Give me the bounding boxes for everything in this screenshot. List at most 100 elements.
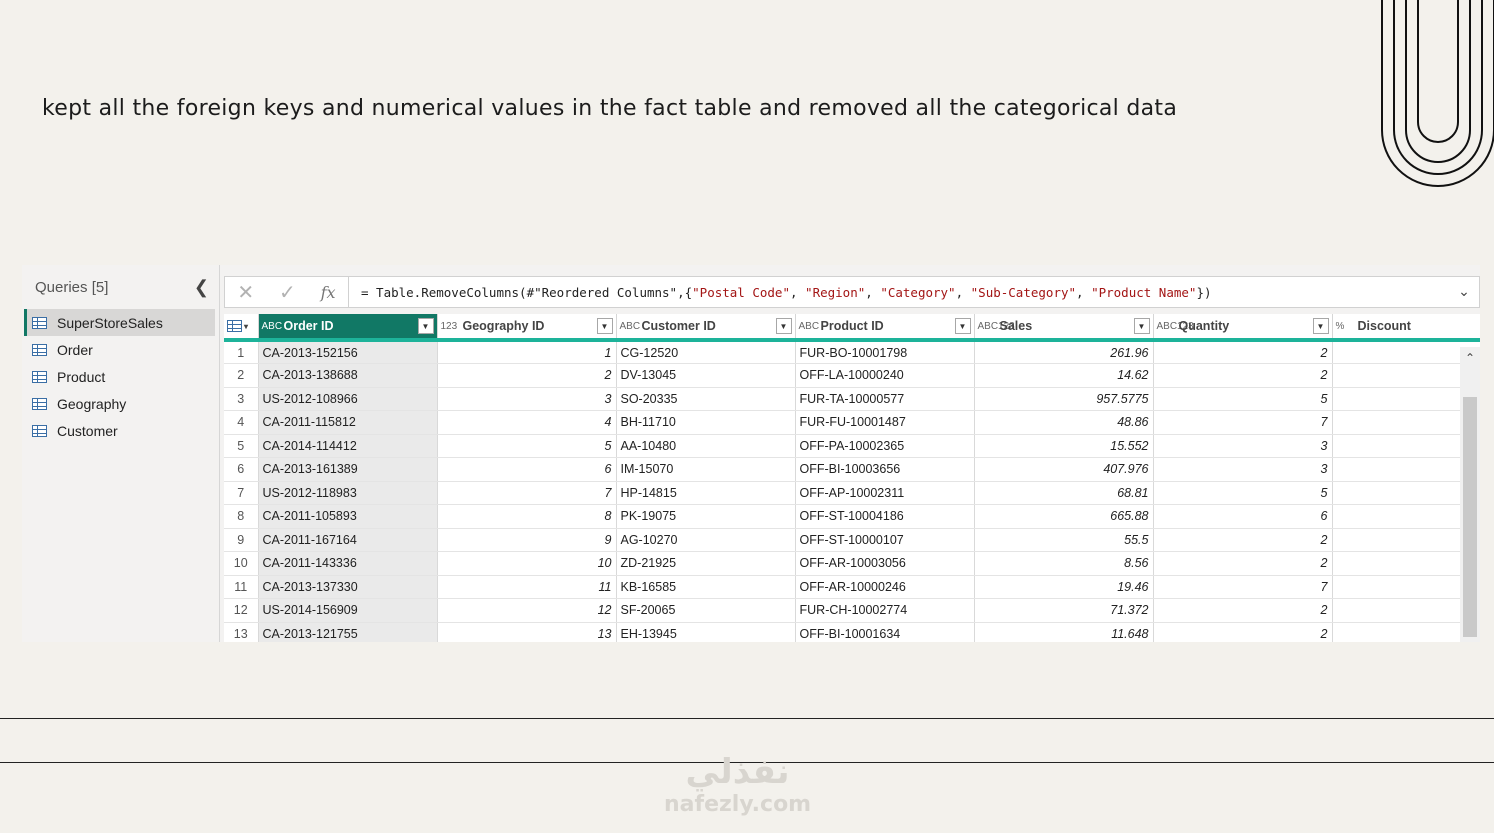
table-cell[interactable]: CA-2011-115812 <box>258 410 438 435</box>
table-cell[interactable]: CA-2014-114412 <box>258 434 438 458</box>
table-cell[interactable]: 2 <box>1153 363 1333 388</box>
table-cell[interactable]: 5 <box>1153 387 1333 411</box>
formula-input[interactable]: = Table.RemoveColumns(#"Reordered Column… <box>349 277 1449 307</box>
table-cell[interactable]: 2 <box>1153 528 1333 552</box>
vertical-scrollbar[interactable]: ⌃ <box>1460 347 1480 642</box>
table-cell[interactable]: 2 <box>437 363 617 388</box>
table-cell[interactable]: CA-2013-138688 <box>258 363 438 388</box>
scroll-up-icon[interactable]: ⌃ <box>1460 347 1480 369</box>
filter-dropdown-icon[interactable]: ▼ <box>417 318 434 334</box>
table-cell[interactable]: OFF-AR-10000246 <box>795 575 975 599</box>
column-header[interactable]: ABC Customer ID ▼ <box>616 314 796 342</box>
table-cell[interactable]: 6 <box>437 457 617 482</box>
table-cell[interactable]: 7 <box>1153 575 1333 599</box>
row-number[interactable]: 7 <box>224 481 259 505</box>
table-cell[interactable]: OFF-PA-10002365 <box>795 434 975 458</box>
table-cell[interactable]: 7 <box>1153 410 1333 435</box>
filter-dropdown-icon[interactable]: ▼ <box>1133 318 1150 334</box>
table-cell[interactable]: 2 <box>1153 598 1333 623</box>
table-cell[interactable] <box>1332 387 1480 411</box>
row-number[interactable]: 3 <box>224 387 259 411</box>
table-cell[interactable]: 19.46 <box>974 575 1154 599</box>
table-cell[interactable]: 14.62 <box>974 363 1154 388</box>
row-number[interactable]: 1 <box>224 340 259 364</box>
table-cell[interactable]: 665.88 <box>974 504 1154 529</box>
table-cell[interactable]: KB-16585 <box>616 575 796 599</box>
type-icon[interactable]: ABC <box>620 321 642 332</box>
table-cell[interactable]: 12 <box>437 598 617 623</box>
row-number[interactable]: 11 <box>224 575 259 599</box>
type-icon[interactable]: ABC <box>262 321 284 332</box>
table-cell[interactable]: 10 <box>437 551 617 576</box>
query-item[interactable]: Order <box>24 336 215 363</box>
table-cell[interactable]: 11.648 <box>974 622 1154 642</box>
table-cell[interactable]: CA-2011-167164 <box>258 528 438 552</box>
scroll-thumb[interactable] <box>1463 397 1477 637</box>
row-number[interactable]: 2 <box>224 363 259 388</box>
table-cell[interactable]: 13 <box>437 622 617 642</box>
query-item[interactable]: SuperStoreSales <box>24 309 215 336</box>
row-number[interactable]: 13 <box>224 622 259 642</box>
table-cell[interactable]: OFF-BI-10001634 <box>795 622 975 642</box>
table-cell[interactable]: BH-11710 <box>616 410 796 435</box>
table-cell[interactable]: 6 <box>1153 504 1333 529</box>
row-number[interactable]: 4 <box>224 410 259 435</box>
column-header[interactable]: 123 Geography ID ▼ <box>437 314 617 342</box>
table-cell[interactable]: 3 <box>1153 434 1333 458</box>
table-cell[interactable] <box>1332 598 1480 623</box>
type-icon[interactable]: ABC <box>799 321 821 332</box>
column-header[interactable]: ABC Order ID ▼ <box>258 314 438 342</box>
table-cell[interactable]: AA-10480 <box>616 434 796 458</box>
table-cell[interactable]: OFF-AP-10002311 <box>795 481 975 505</box>
chevron-down-icon[interactable]: ⌄ <box>1449 277 1479 307</box>
type-icon[interactable]: % <box>1336 321 1358 332</box>
row-number[interactable]: 6 <box>224 457 259 482</box>
type-icon[interactable]: ABC123 <box>1157 321 1194 332</box>
table-cell[interactable]: OFF-ST-10000107 <box>795 528 975 552</box>
row-number[interactable]: 8 <box>224 504 259 529</box>
row-number[interactable]: 10 <box>224 551 259 576</box>
table-cell[interactable]: FUR-TA-10000577 <box>795 387 975 411</box>
query-item[interactable]: Customer <box>24 417 215 444</box>
table-cell[interactable]: FUR-CH-10002774 <box>795 598 975 623</box>
table-cell[interactable] <box>1332 410 1480 435</box>
table-cell[interactable]: 7 <box>437 481 617 505</box>
table-cell[interactable]: CA-2011-105893 <box>258 504 438 529</box>
table-cell[interactable] <box>1332 457 1480 482</box>
table-cell[interactable]: US-2014-156909 <box>258 598 438 623</box>
row-number[interactable]: 9 <box>224 528 259 552</box>
table-cell[interactable]: DV-13045 <box>616 363 796 388</box>
table-cell[interactable] <box>1332 481 1480 505</box>
table-cell[interactable]: CA-2013-137330 <box>258 575 438 599</box>
table-cell[interactable]: CA-2011-143336 <box>258 551 438 576</box>
table-cell[interactable]: 1 <box>437 340 617 364</box>
column-header[interactable]: ABC123 Quantity ▼ <box>1153 314 1333 342</box>
table-cell[interactable]: US-2012-118983 <box>258 481 438 505</box>
table-cell[interactable]: 4 <box>437 410 617 435</box>
table-cell[interactable]: CA-2013-121755 <box>258 622 438 642</box>
row-number[interactable]: 5 <box>224 434 259 458</box>
table-cell[interactable]: 8.56 <box>974 551 1154 576</box>
filter-dropdown-icon[interactable]: ▼ <box>596 318 613 334</box>
table-cell[interactable]: FUR-BO-10001798 <box>795 340 975 364</box>
table-cell[interactable]: OFF-LA-10000240 <box>795 363 975 388</box>
table-cell[interactable]: AG-10270 <box>616 528 796 552</box>
collapse-pane-icon[interactable]: ❮ <box>194 277 209 298</box>
table-cell[interactable]: 9 <box>437 528 617 552</box>
column-header[interactable]: ABC Product ID ▼ <box>795 314 975 342</box>
cancel-icon[interactable]: ✕ <box>237 280 254 304</box>
filter-dropdown-icon[interactable]: ▼ <box>775 318 792 334</box>
table-cell[interactable]: 68.81 <box>974 481 1154 505</box>
type-icon[interactable]: 123 <box>441 321 463 332</box>
table-cell[interactable]: EH-13945 <box>616 622 796 642</box>
table-cell[interactable]: 55.5 <box>974 528 1154 552</box>
check-icon[interactable]: ✓ <box>279 280 296 304</box>
table-cell[interactable]: ZD-21925 <box>616 551 796 576</box>
table-cell[interactable] <box>1332 575 1480 599</box>
table-cell[interactable]: IM-15070 <box>616 457 796 482</box>
table-cell[interactable]: 957.5775 <box>974 387 1154 411</box>
table-cell[interactable] <box>1332 551 1480 576</box>
column-header[interactable]: % Discount <box>1332 314 1480 342</box>
table-cell[interactable]: PK-19075 <box>616 504 796 529</box>
table-cell[interactable]: US-2012-108966 <box>258 387 438 411</box>
